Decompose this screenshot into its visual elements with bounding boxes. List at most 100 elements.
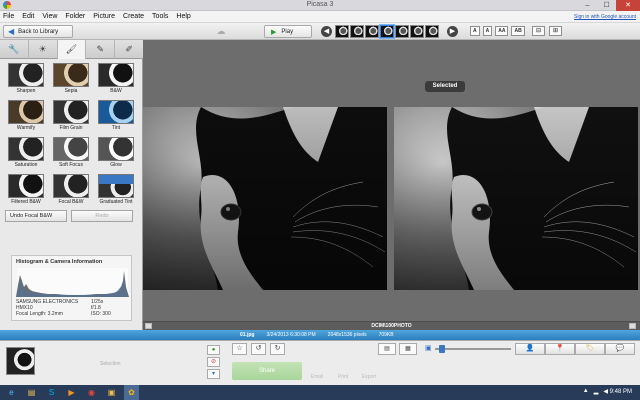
rotate-left-icon[interactable]: ↺	[251, 343, 266, 355]
zoom-slider-track[interactable]	[435, 348, 511, 350]
tray-thumbnail[interactable]	[6, 347, 35, 375]
filmstrip-thumbnail[interactable]	[335, 25, 349, 38]
effect-label: Soft Focus	[59, 162, 83, 168]
view-toggle-buttons: ▤ ▦	[378, 343, 417, 355]
media-player-icon[interactable]: ▶	[66, 387, 77, 398]
effect-soft-focus[interactable]: Soft Focus	[50, 137, 92, 171]
effect-thumbnail	[53, 174, 89, 198]
effect-thumbnail	[53, 63, 89, 87]
minimize-button[interactable]: –	[578, 0, 597, 11]
effects-tab[interactable]: 🖌	[57, 40, 87, 59]
close-button[interactable]: ✕	[616, 0, 640, 11]
filmstrip-view-icon[interactable]: ▤	[378, 343, 396, 355]
effects-3-tab[interactable]: ✐	[115, 40, 143, 59]
effects-2-tab[interactable]: ✎	[86, 40, 116, 59]
effect-bw[interactable]: B&W	[95, 63, 137, 97]
filmstrip-thumbnail[interactable]	[350, 25, 364, 38]
back-to-library-button[interactable]: ◀ Back to Library	[3, 25, 73, 38]
view-mode-buttons: ⊟ ⊞	[532, 26, 562, 36]
effect-sepia[interactable]: Sepia	[50, 63, 92, 97]
menu-picture[interactable]: Picture	[93, 13, 115, 20]
chrome-icon[interactable]: ◉	[86, 387, 97, 398]
skype-icon[interactable]: S	[46, 387, 57, 398]
filmstrip-thumbnail-selected[interactable]	[380, 25, 394, 38]
upload-icon[interactable]: ☁	[215, 26, 227, 36]
maximize-button[interactable]: ☐	[597, 0, 616, 11]
people-icon[interactable]: 👤	[515, 343, 545, 355]
file-explorer-icon[interactable]: ▤	[26, 387, 37, 398]
effect-graduated-tint[interactable]: Graduated Tint	[95, 174, 137, 208]
folder-icon[interactable]: ▣	[106, 387, 117, 398]
menu-file[interactable]: File	[3, 13, 14, 20]
effect-film-grain[interactable]: Film Grain	[50, 100, 92, 134]
effect-focal-bw[interactable]: Focal B&W	[50, 174, 92, 208]
fit-view-icon[interactable]: ⊞	[549, 26, 562, 36]
compare-view-icon[interactable]: ⊟	[532, 26, 545, 36]
effect-glow[interactable]: Glow	[95, 137, 137, 171]
effect-label: Glow	[110, 162, 122, 168]
taskbar-clock[interactable]: 9:48 PM	[610, 389, 632, 395]
text-size-large-button[interactable]: A	[482, 26, 493, 36]
play-label: Play	[281, 28, 294, 35]
volume-icon[interactable]: ◀	[603, 388, 608, 395]
edited-photo[interactable]	[394, 107, 638, 290]
original-photo[interactable]	[143, 107, 387, 290]
print-button[interactable]: Print	[332, 362, 354, 380]
filmstrip-thumbnail[interactable]	[410, 25, 424, 38]
places-icon[interactable]: 📍	[545, 343, 575, 355]
effects-grid: Sharpen Sepia B&W Warmify Film Grain Tin…	[5, 63, 138, 208]
play-button[interactable]: ▶ Play	[264, 25, 312, 38]
filmstrip-thumbnail[interactable]	[395, 25, 409, 38]
redo-button[interactable]: Redo	[71, 210, 133, 222]
basic-fixes-tab[interactable]: 🔧	[0, 40, 29, 59]
effect-saturation[interactable]: Saturation	[5, 137, 47, 171]
text-size-small-button[interactable]: A	[470, 26, 480, 36]
menu-edit[interactable]: Edit	[22, 13, 34, 20]
picasa-taskbar-icon[interactable]: ✿	[126, 387, 137, 398]
share-button[interactable]: Share	[232, 362, 302, 380]
zoom-slider-knob[interactable]	[439, 345, 445, 353]
collapse-right-icon[interactable]	[629, 323, 636, 329]
effect-thumbnail	[8, 100, 44, 124]
text-aa-button[interactable]: AA	[495, 26, 509, 36]
menu-folder[interactable]: Folder	[65, 13, 85, 20]
tool-tabs: 🔧 ☀ 🖌 ✎ ✐	[0, 40, 143, 59]
zoom-slider[interactable]: ▣	[425, 345, 515, 353]
tags-icon[interactable]: 🏷	[575, 343, 605, 355]
menu-create[interactable]: Create	[123, 13, 144, 20]
rotate-right-icon[interactable]: ↻	[270, 343, 285, 355]
hold-pin-icon[interactable]: ●	[207, 345, 220, 355]
filmstrip-thumbnail[interactable]	[425, 25, 439, 38]
file-name: 01.jpg	[240, 332, 255, 338]
menu-help[interactable]: Help	[176, 13, 190, 20]
menu-view[interactable]: View	[42, 13, 57, 20]
effect-thumbnail	[8, 63, 44, 87]
effect-filtered-bw[interactable]: Filtered B&W	[5, 174, 47, 208]
export-button[interactable]: Export	[358, 362, 380, 380]
grid-view-icon[interactable]: ▦	[399, 343, 417, 355]
menu-tools[interactable]: Tools	[152, 13, 168, 20]
tuning-tab[interactable]: ☀	[29, 40, 58, 59]
filmstrip-thumbnail[interactable]	[365, 25, 379, 38]
effect-tint[interactable]: Tint	[95, 100, 137, 134]
histogram-panel: Histogram & Camera Information SAMSUNG E…	[11, 255, 132, 321]
network-icon[interactable]: ▂	[594, 388, 599, 395]
undo-button[interactable]: Undo Focal B&W	[5, 210, 67, 222]
effect-warmify[interactable]: Warmify	[5, 100, 47, 134]
effect-label: Graduated Tint	[99, 199, 133, 205]
comments-icon[interactable]: 💬	[605, 343, 635, 355]
next-photo-button[interactable]: ▶	[447, 26, 458, 37]
effect-sharpen[interactable]: Sharpen	[5, 63, 47, 97]
show-hidden-icons-icon[interactable]: ▲	[583, 388, 589, 395]
taskbar-apps: e ▤ S ▶ ◉ ▣ ✿	[6, 387, 137, 398]
star-icon[interactable]: ☆	[232, 343, 247, 355]
clear-tray-icon[interactable]: ⊘	[207, 357, 220, 367]
ie-icon[interactable]: e	[6, 387, 17, 398]
selected-label: Selected	[425, 81, 465, 92]
sign-in-link[interactable]: Sign in with Google account	[574, 14, 636, 20]
email-button[interactable]: Email	[306, 362, 328, 380]
text-ab-button[interactable]: AB	[511, 26, 525, 36]
effect-thumbnail	[53, 100, 89, 124]
previous-photo-button[interactable]: ◀	[321, 26, 332, 37]
add-to-album-icon[interactable]: ▾	[207, 369, 220, 379]
